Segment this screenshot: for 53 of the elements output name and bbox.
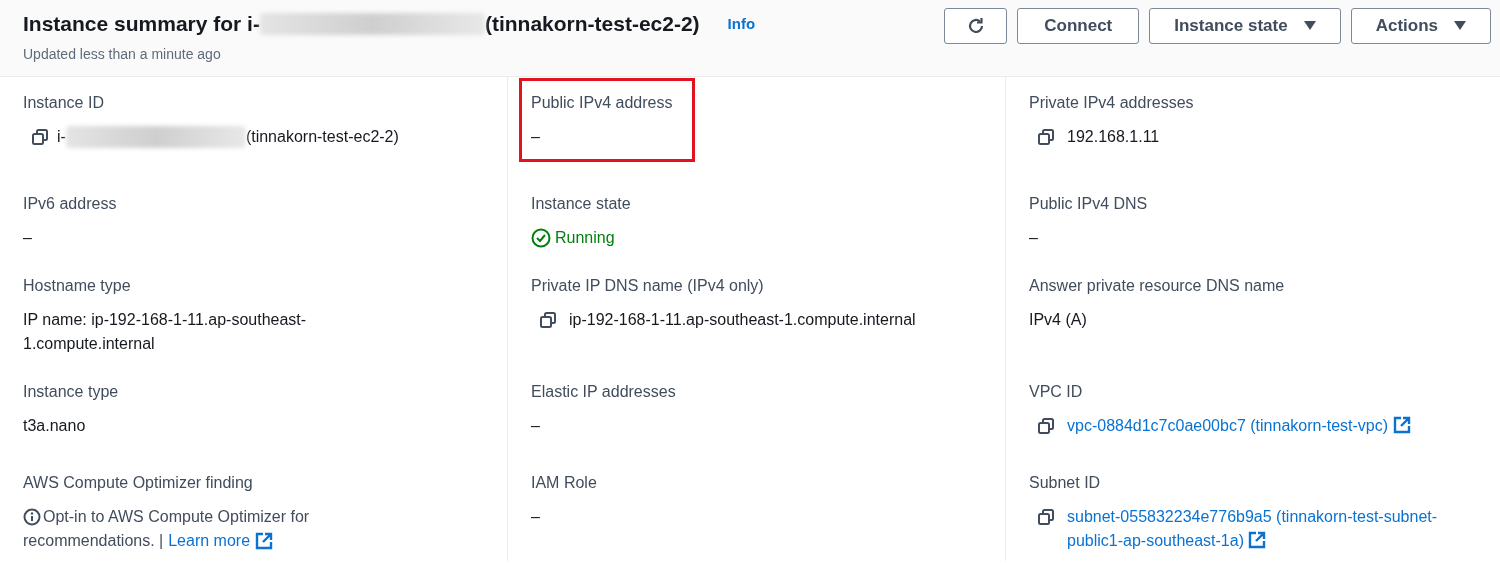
caret-icon — [1454, 21, 1466, 31]
field-label: Public IPv4 DNS — [1029, 194, 1148, 214]
field-label: Instance type — [23, 382, 119, 402]
update-time: Updated less than a minute ago — [23, 44, 222, 64]
external-link-icon[interactable] — [1392, 416, 1411, 434]
field-label: Elastic IP addresses — [531, 382, 676, 402]
refresh-button[interactable] — [944, 8, 1008, 44]
field-value: (tinnakorn-test-ec2-2) — [245, 127, 399, 147]
check-circle-icon — [531, 228, 551, 248]
field-label: Instance state — [531, 194, 631, 214]
field-label: Public IPv4 address — [531, 93, 673, 113]
info-icon — [23, 508, 41, 526]
optimizer-message: Opt-in to AWS Compute Optimizer for — [43, 507, 310, 527]
field-value: IP name: ip-192-168-1-11.ap-southeast-1.compute.internal — [23, 310, 308, 354]
resource-link[interactable]: subnet-055832234e776b9a5 (tinnakorn-test-subnet-public1-ap-southeast-1a) — [1067, 505, 1469, 553]
field-label: Answer private resource DNS name — [1029, 276, 1285, 296]
field-label: AWS Compute Optimizer finding — [23, 473, 254, 493]
dropdown-button[interactable]: Actions — [1350, 8, 1491, 44]
external-link-icon[interactable] — [1248, 531, 1267, 549]
field-value: ip-192-168-1-11.ap-southeast-1.compute.internal — [569, 310, 916, 330]
field-label: Private IP DNS name (IPv4 only) — [531, 276, 765, 296]
caret-icon — [1303, 21, 1316, 31]
field-label: Subnet ID — [1029, 473, 1102, 493]
field-label: Private IPv4 addresses — [1029, 93, 1194, 113]
page-title: (tinnakorn-test-ec2-2) — [484, 11, 700, 37]
learn-more-link[interactable]: Learn more — [168, 529, 251, 553]
field-value: – — [531, 416, 541, 436]
copy-icon[interactable] — [1037, 417, 1055, 435]
copy-icon[interactable] — [31, 128, 49, 146]
field-value: i- — [57, 127, 66, 147]
info-link[interactable]: Info — [727, 12, 756, 35]
field-label: Hostname type — [23, 276, 132, 296]
field-value: t3a.nano — [23, 416, 87, 436]
field-value: IPv4 (A) — [1029, 310, 1088, 330]
field-value: – — [1029, 228, 1039, 248]
connect-button[interactable]: Connect — [1017, 8, 1140, 44]
external-link-icon[interactable] — [255, 532, 274, 550]
field-label: VPC ID — [1029, 382, 1084, 402]
field-label: IPv6 address — [23, 194, 117, 214]
field-value: – — [23, 228, 33, 248]
field-value: – — [531, 507, 541, 527]
optimizer-message: recommendations. | — [23, 531, 164, 551]
field-value: – — [531, 127, 541, 147]
copy-icon[interactable] — [1037, 508, 1055, 526]
resource-link[interactable]: vpc-0884d1c7c0ae00bc7 (tinnakorn-test-vpc) — [1067, 414, 1411, 438]
copy-icon[interactable] — [1037, 128, 1055, 146]
page-title: Instance summary for i- — [23, 11, 260, 37]
field-label: Instance ID — [23, 93, 105, 113]
copy-icon[interactable] — [539, 311, 557, 329]
field-label: IAM Role — [531, 473, 597, 493]
field-value: 192.168.1.11 — [1067, 127, 1160, 147]
dropdown-button[interactable]: Instance state — [1149, 8, 1341, 44]
status-text: Running — [555, 228, 615, 248]
